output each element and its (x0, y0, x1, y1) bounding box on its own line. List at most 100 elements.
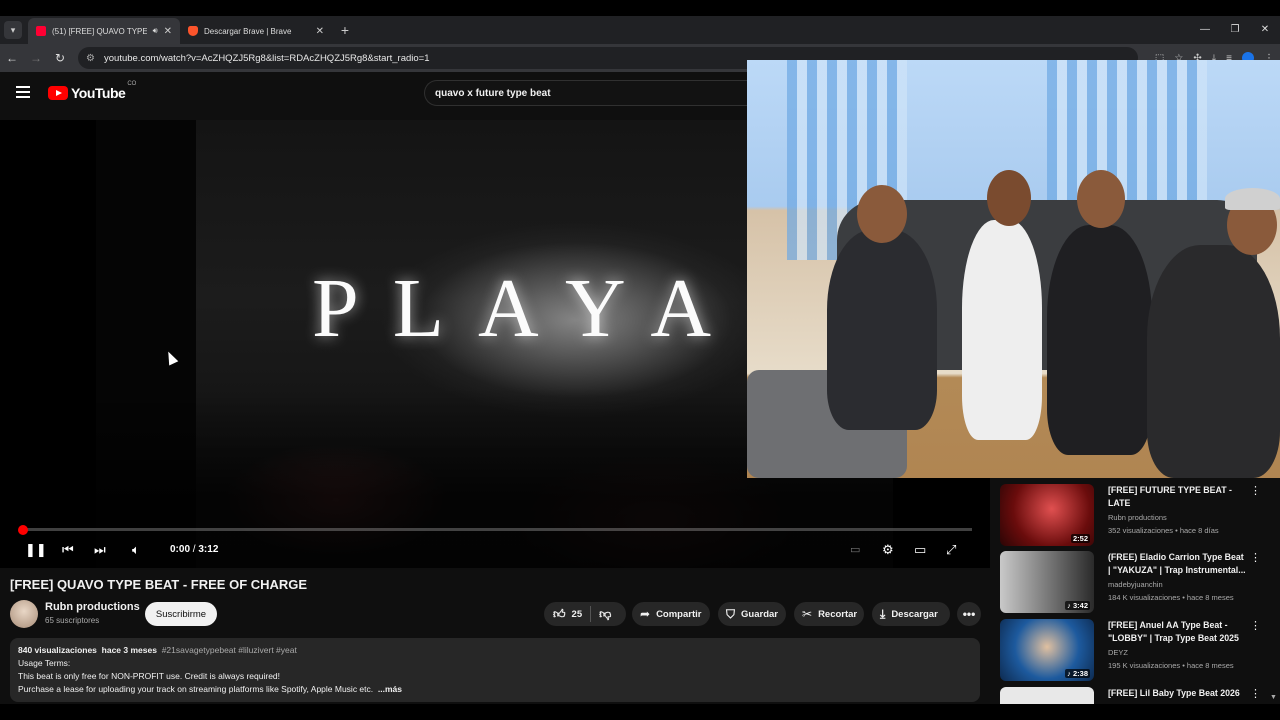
video-duration: ♪ 3:42 (1065, 601, 1090, 610)
recommendation-meta: 184 K visualizaciones • hace 8 meses (1108, 593, 1234, 602)
reload-icon[interactable]: ↻ (48, 51, 72, 65)
hamburger-menu-icon[interactable] (16, 86, 30, 98)
time-total: 3:12 (198, 544, 219, 555)
upload-age: hace 3 meses (101, 645, 157, 655)
brave-favicon-icon (188, 26, 198, 36)
recommendation-title[interactable]: [FREE] Anuel AA Type Beat - "LOBBY" | Tr… (1108, 619, 1248, 645)
description-line: Purchase a lease for uploading your trac… (18, 684, 374, 694)
video-overlay-text: PLAYA (312, 262, 745, 355)
recommendation-channel[interactable]: Rubn productions (1108, 513, 1167, 522)
like-button[interactable]: 👍︎ 25 (544, 606, 592, 622)
hashtags[interactable]: #21savagetypebeat #liluzivert #yeat (162, 645, 297, 655)
youtube-logo[interactable]: YouTube CO (48, 81, 136, 101)
scroll-down-arrow-icon[interactable]: ▼ (1270, 694, 1277, 701)
progress-bar[interactable] (18, 524, 972, 535)
share-label: Compartir (656, 608, 702, 620)
time-current: 0:00 (170, 544, 191, 555)
recommendation-title[interactable]: (FREE) Eladio Carrion Type Beat | "YAKUZ… (1108, 551, 1248, 577)
tab-title: Descargar Brave | Brave (204, 26, 292, 36)
recommendation-channel[interactable]: madebyjuanchin (1108, 580, 1163, 589)
more-vertical-icon[interactable]: ⋮ (1250, 619, 1261, 632)
recommendation-item[interactable]: ♪ 2:38 [FREE] Anuel AA Type Beat - "LOBB… (990, 619, 1280, 685)
youtube-play-icon (48, 86, 68, 100)
restore-icon[interactable]: ❐ (1220, 16, 1250, 44)
subscribe-button[interactable]: Suscribirme (145, 602, 217, 626)
save-label: Guardar (741, 608, 778, 620)
video-duration-value: 2:38 (1072, 669, 1088, 678)
search-query: quavo x future type beat (435, 87, 551, 99)
close-window-icon[interactable]: ✕ (1250, 16, 1280, 44)
bookmark-icon: ⛉ (726, 606, 736, 621)
tab-search-button[interactable]: ▾ (4, 21, 22, 39)
recommendation-title[interactable]: [FREE] FUTURE TYPE BEAT - LATE (1108, 484, 1248, 510)
previous-icon[interactable]: ⏮︎ (62, 540, 74, 560)
description-line: Usage Terms: (18, 658, 71, 668)
channel-avatar[interactable] (10, 600, 38, 628)
recommendation-item[interactable]: ♪ 3:42 (FREE) Eladio Carrion Type Beat |… (990, 551, 1280, 617)
dislike-button[interactable]: 👎︎ (591, 607, 611, 622)
video-thumbnail[interactable]: ♪ 3:42 (1000, 551, 1094, 613)
download-label: Descargar (891, 608, 938, 620)
more-vertical-icon[interactable]: ⋮ (1250, 551, 1261, 564)
next-icon[interactable]: ⏭︎ (94, 540, 106, 560)
video-thumbnail[interactable]: ♪ 2:38 (1000, 619, 1094, 681)
like-dislike-pill: 👍︎ 25 👎︎ (544, 602, 626, 626)
thumbs-down-icon: 👎︎ (599, 606, 612, 621)
screen-bottom-bar (0, 704, 1280, 720)
person (1147, 245, 1280, 478)
pause-icon[interactable]: ❚❚ (25, 540, 47, 560)
save-button[interactable]: ⛉ Guardar (718, 602, 786, 626)
person-head (1077, 170, 1125, 228)
fullscreen-icon[interactable]: ⤢ (946, 540, 956, 560)
person (1047, 225, 1152, 455)
share-button[interactable]: ➦ Compartir (632, 602, 710, 626)
download-icon: ⤓ (880, 606, 886, 621)
scissors-icon: ✂ (802, 607, 813, 621)
subscriber-count: 65 suscriptores (45, 616, 100, 625)
like-count: 25 (571, 608, 583, 620)
clip-button[interactable]: ✂ Recortar (794, 602, 864, 626)
webcam-overlay (747, 60, 1280, 478)
scrubber-knob[interactable] (18, 524, 28, 535)
clip-label: Recortar (818, 608, 858, 620)
minimize-icon[interactable]: — (1190, 16, 1220, 44)
person-cap (1225, 188, 1280, 210)
description-line: This beat is only free for NON-PROFIT us… (18, 671, 281, 681)
more-vertical-icon[interactable]: ⋮ (1250, 687, 1261, 700)
video-thumbnail[interactable]: 2:52 (1000, 484, 1094, 546)
browser-tab-youtube[interactable]: (51) [FREE] QUAVO TYPE BE 🔊︎ ✕ (28, 18, 180, 44)
site-info-icon[interactable]: ⚙ (86, 53, 100, 64)
theater-mode-icon[interactable]: ▭ (914, 540, 926, 560)
recommendation-channel[interactable]: DEYZ (1108, 648, 1128, 657)
show-more-link[interactable]: ...más (378, 684, 402, 694)
close-tab-icon[interactable]: ✕ (316, 26, 324, 37)
share-arrow-icon: ➦ (640, 607, 651, 621)
person-head (857, 185, 907, 243)
browser-tab-brave[interactable]: Descargar Brave | Brave ✕ (180, 18, 332, 44)
forward-icon[interactable]: → (24, 51, 48, 65)
description-meta: 840 visualizaciones hace 3 meses #21sava… (18, 644, 972, 657)
description-box[interactable]: 840 visualizaciones hace 3 meses #21sava… (10, 638, 980, 702)
screen-top-bar (0, 0, 1280, 16)
recommendation-meta: 352 visualizaciones • hace 8 días (1108, 526, 1219, 535)
volume-icon[interactable]: 🔈︎ (132, 540, 140, 560)
close-tab-icon[interactable]: ✕ (164, 26, 172, 37)
subtitles-icon[interactable]: ▭ (850, 540, 860, 560)
recommendation-title[interactable]: [FREE] Lil Baby Type Beat 2026 (1108, 687, 1248, 700)
speaker-icon[interactable]: 🔊︎ (153, 26, 158, 36)
more-vertical-icon[interactable]: ⋮ (1250, 484, 1261, 497)
person-head (987, 170, 1031, 226)
video-duration-value: 3:42 (1072, 601, 1088, 610)
country-code: CO (127, 81, 137, 87)
download-button[interactable]: ⤓ Descargar (872, 602, 950, 626)
search-input[interactable]: quavo x future type beat (424, 80, 754, 106)
back-icon[interactable]: ← (0, 51, 24, 65)
settings-gear-icon[interactable]: ⚙ (882, 540, 894, 560)
new-tab-button[interactable]: + (336, 22, 354, 38)
video-duration: ♪ 2:38 (1065, 669, 1090, 678)
recommendation-item[interactable]: 2:52 [FREE] FUTURE TYPE BEAT - LATE Rubn… (990, 484, 1280, 550)
channel-name[interactable]: Rubn productions (45, 601, 140, 613)
tab-title: (51) [FREE] QUAVO TYPE BE (52, 26, 147, 36)
view-count: 840 visualizaciones (18, 645, 97, 655)
more-actions-button[interactable]: ••• (957, 602, 981, 626)
